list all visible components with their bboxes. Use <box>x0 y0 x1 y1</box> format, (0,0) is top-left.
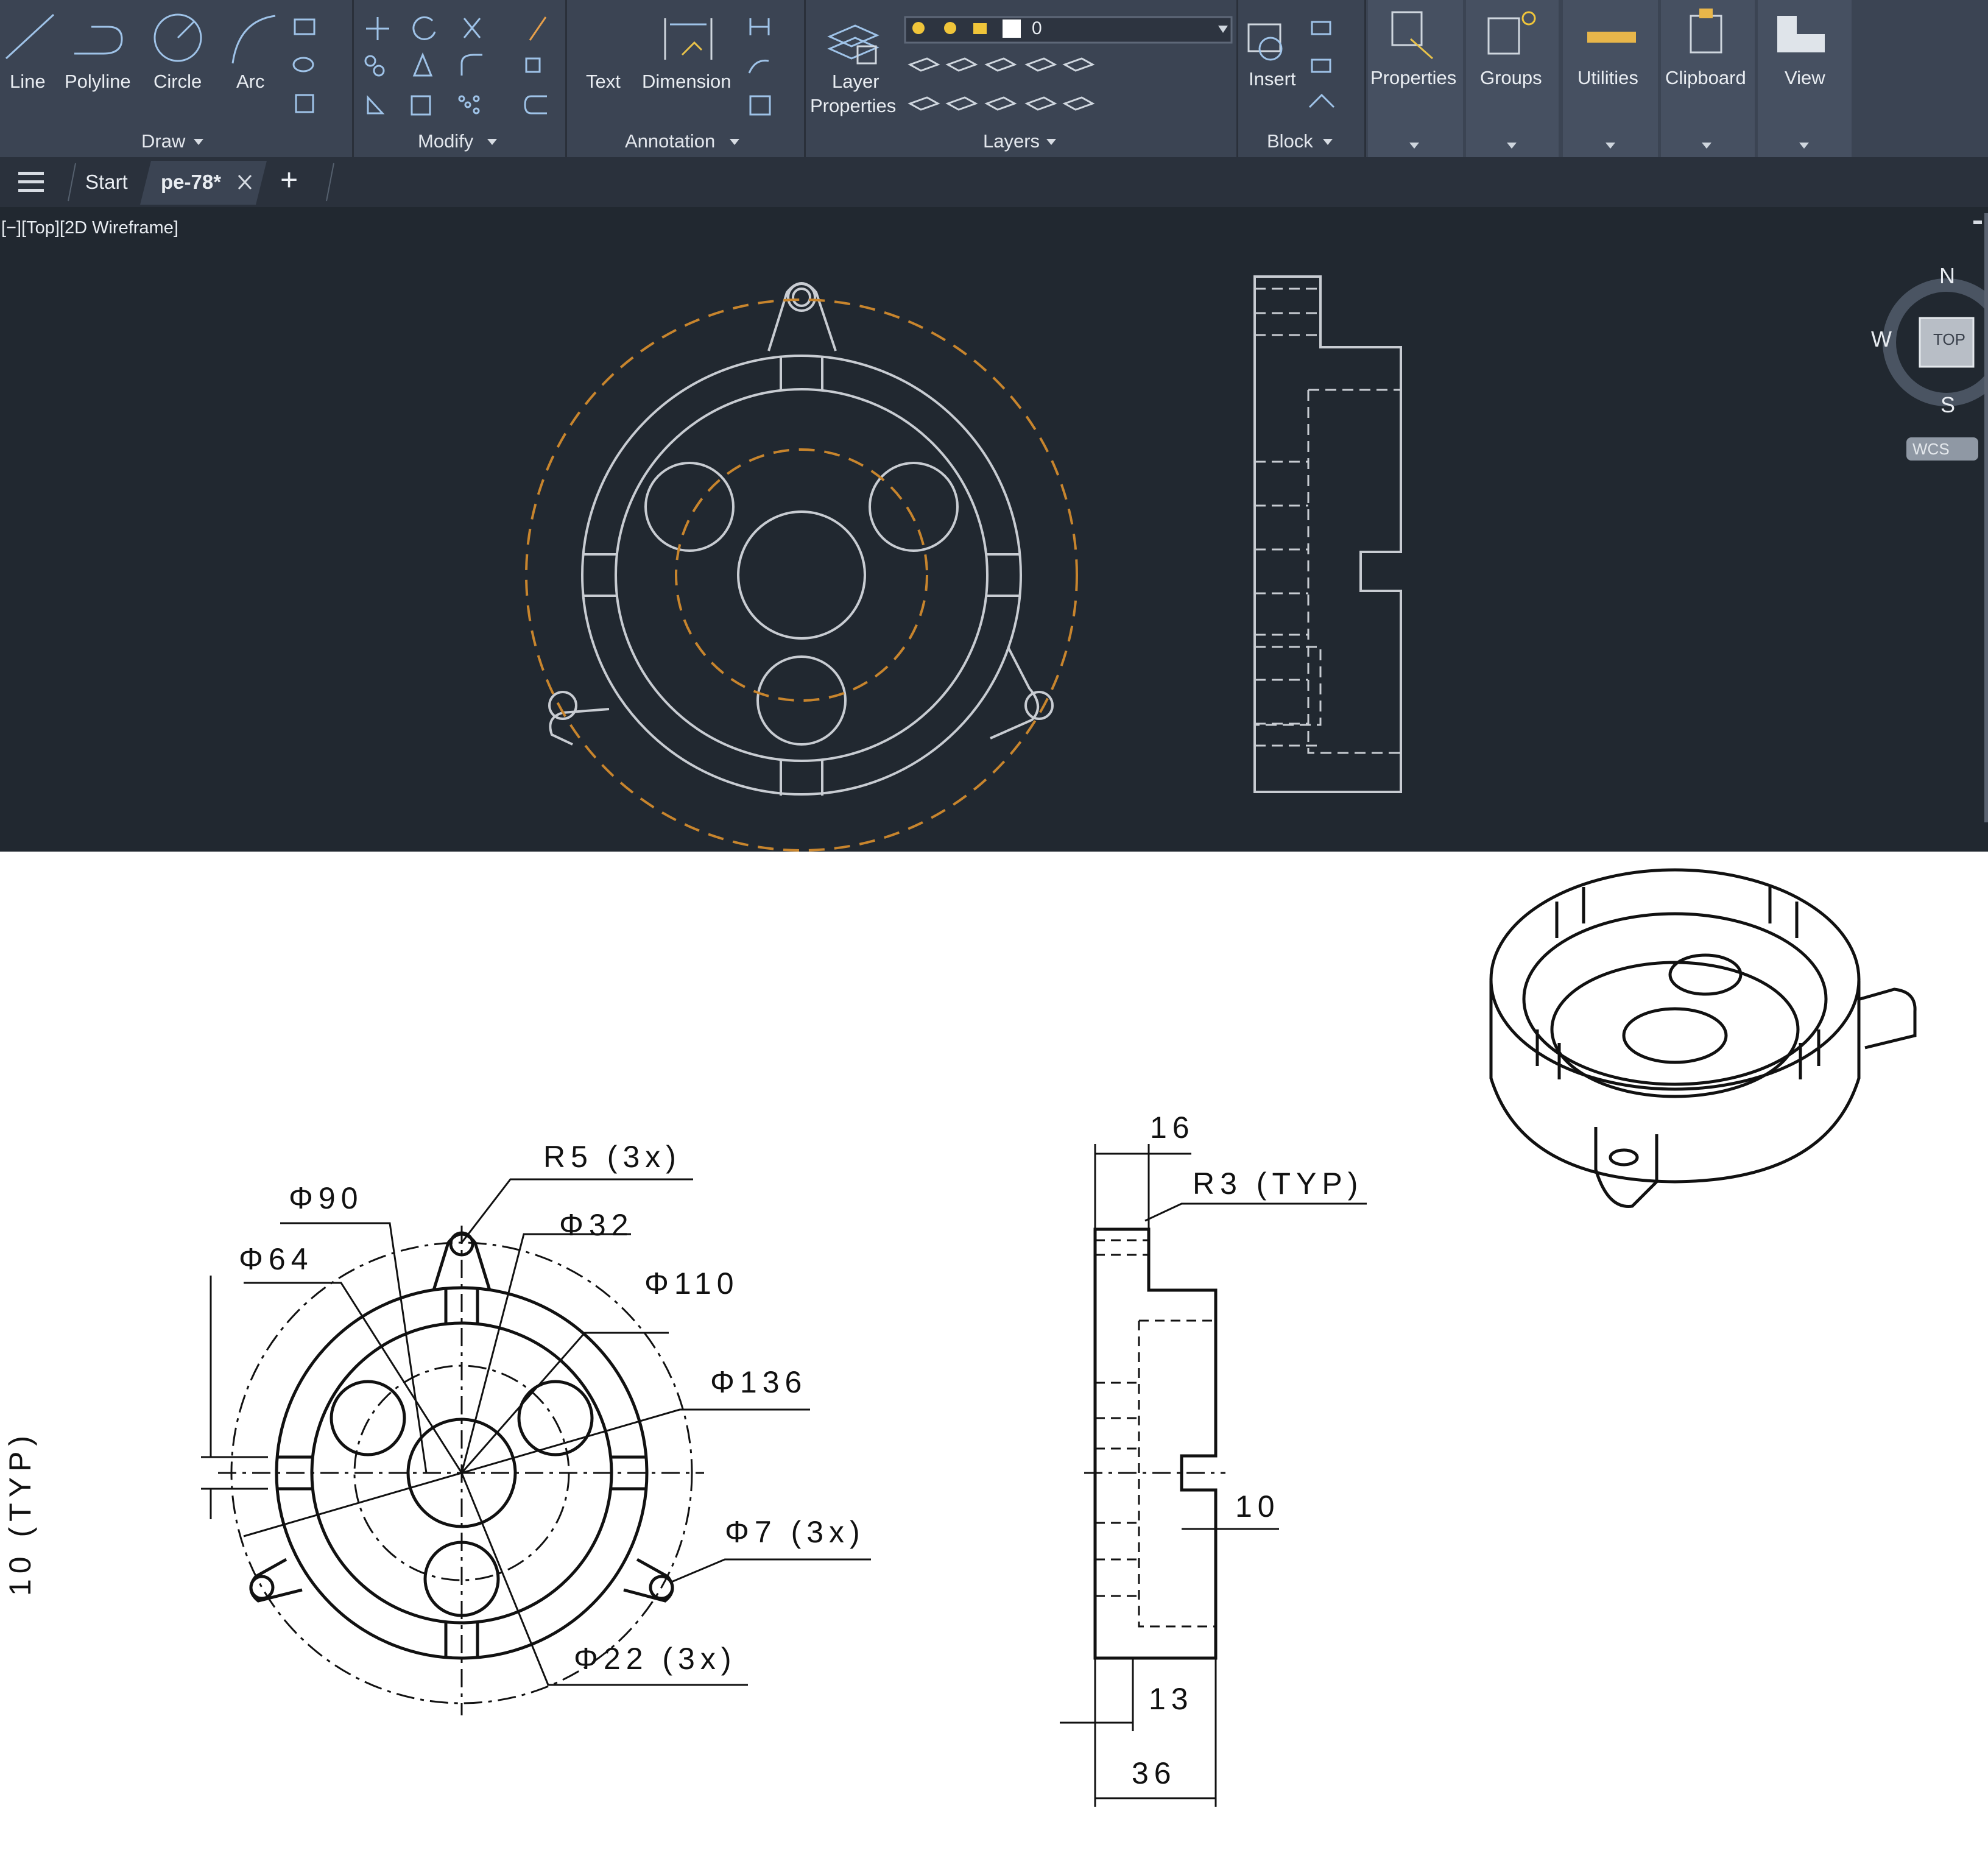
new-tab-button[interactable]: + <box>280 162 298 197</box>
inner-ring-wire <box>615 388 989 762</box>
center-bore-wire <box>737 510 866 640</box>
dim-10: 10 <box>1235 1489 1280 1523</box>
group-caret-icons <box>194 139 1333 145</box>
outer-ring-wire <box>581 355 1022 796</box>
reference-drawing: R5 (3x) Φ90 Φ32 Φ64 Φ110 Φ136 Φ7 (3x) Φ2… <box>0 852 1988 1864</box>
dim-d110: Φ110 <box>644 1266 739 1301</box>
menu-icon[interactable] <box>18 172 44 175</box>
start-tab[interactable]: Start <box>85 171 128 194</box>
scrollbar[interactable] <box>1984 213 1988 822</box>
drawing-tab[interactable]: pe-78* <box>161 171 221 194</box>
bolt-circle-wire <box>525 298 1078 852</box>
dim-13: 13 <box>1149 1682 1194 1716</box>
dim-d7: Φ7 (3x) <box>725 1515 865 1549</box>
dim-36: 36 <box>1132 1756 1177 1790</box>
model-viewport[interactable]: [−][Top][2D Wireframe] N S W TOP WCS <box>0 207 1988 852</box>
dim-16: 16 <box>1150 1110 1195 1145</box>
hole-wire-bottom <box>756 655 847 746</box>
dim-d32: Φ32 <box>559 1208 634 1242</box>
hole-wire-left <box>644 462 735 552</box>
viewcube-west[interactable]: W <box>1871 327 1892 352</box>
dim-r5: R5 (3x) <box>543 1140 682 1174</box>
hole-wire-right <box>869 462 959 552</box>
cad-wireframe <box>525 213 1988 852</box>
file-tab-bar: Start pe-78* + <box>0 157 1988 207</box>
ribbon: Line Polyline Circle Arc Text Dimension … <box>0 0 1988 157</box>
reference-drawing-lines <box>201 868 1917 1807</box>
viewcube-south[interactable]: S <box>1940 392 1955 418</box>
dim-r3-typ: R3 (TYP) <box>1193 1167 1364 1201</box>
dim-d90: Φ90 <box>289 1181 364 1215</box>
dim-d136: Φ136 <box>710 1365 808 1399</box>
tab-bar-shapes <box>18 161 334 205</box>
viewport-minimize-icon[interactable] <box>1973 221 1982 224</box>
side-view-wire <box>1253 275 1402 793</box>
dim-10-typ: 10 (TYP) <box>3 1430 37 1596</box>
side-view-outline <box>1093 1227 1218 1660</box>
viewcube[interactable] <box>1883 278 1988 461</box>
dim-d64: Φ64 <box>239 1242 314 1276</box>
wcs-label[interactable]: WCS <box>1912 440 1950 459</box>
iso-top <box>1489 868 1861 1091</box>
viewcube-face[interactable]: TOP <box>1933 330 1965 349</box>
hole-pattern-circle-wire <box>675 448 928 702</box>
viewcube-north[interactable]: N <box>1939 263 1955 289</box>
dim-d22: Φ22 (3x) <box>574 1642 737 1676</box>
